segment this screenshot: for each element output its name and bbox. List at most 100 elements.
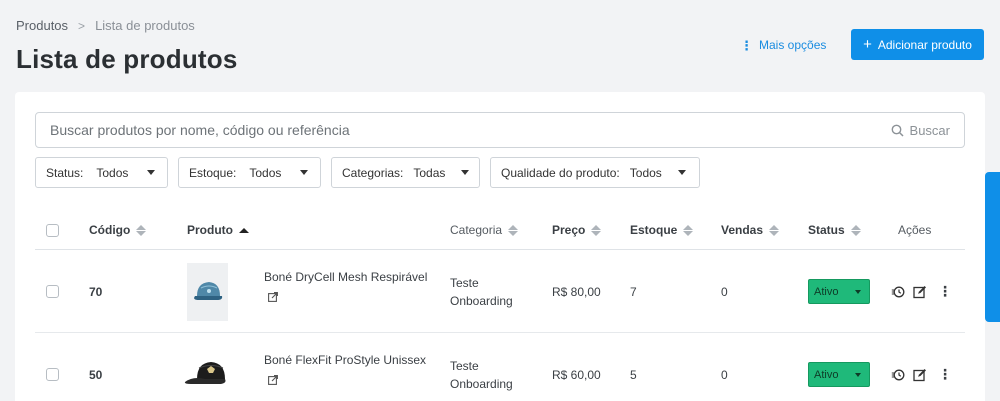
more-actions-icon[interactable]: ⋮ [935, 366, 955, 383]
column-status[interactable]: Status [808, 210, 861, 250]
category-line-2: Onboarding [450, 293, 513, 308]
product-thumbnail-cell [183, 333, 235, 401]
add-product-button[interactable]: + Adicionar produto [851, 29, 984, 60]
caret-down-icon [147, 170, 156, 175]
column-status-label: Status [808, 223, 845, 237]
product-price: R$ 80,00 [552, 284, 601, 299]
category-line-1: Teste [450, 275, 479, 290]
status-dropdown[interactable]: Ativo [808, 279, 870, 304]
column-product-label: Produto [187, 223, 233, 237]
search-icon [891, 124, 904, 137]
filter-status-value: Todos [96, 165, 129, 180]
product-image[interactable] [187, 262, 228, 321]
plus-icon: + [863, 36, 872, 53]
select-all-checkbox[interactable] [46, 223, 59, 237]
history-icon[interactable] [891, 368, 905, 382]
more-options-button[interactable]: ⋮ Mais opções [740, 38, 826, 52]
search-placeholder: Buscar produtos por nome, código ou refe… [50, 122, 350, 138]
row-actions: ⋮ [891, 250, 955, 333]
column-actions: Ações [898, 210, 931, 250]
filter-stock-value: Todos [249, 165, 282, 180]
filter-status[interactable]: Status: Todos [35, 157, 168, 188]
status-label: Ativo [814, 285, 839, 298]
row-checkbox[interactable] [46, 368, 59, 381]
filters-bar: Status: Todos Estoque: Todos Categorias:… [35, 157, 700, 188]
filter-status-label: Status: [46, 165, 84, 180]
sort-icon [136, 224, 147, 236]
sort-icon [508, 224, 519, 236]
caret-down-icon [677, 170, 686, 175]
table-header: Código Produto Categoria Preço Estoque V… [35, 210, 965, 250]
column-stock[interactable]: Estoque [630, 210, 694, 250]
column-sales-label: Vendas [721, 223, 764, 237]
status-cell: Ativo [808, 333, 870, 401]
product-sales: 0 [721, 284, 728, 299]
column-product[interactable]: Produto [187, 210, 249, 250]
product-name-cell: Boné DryCell Mesh Respirável [264, 270, 427, 302]
caret-down-icon [855, 289, 861, 294]
product-category: Teste Onboarding [450, 333, 513, 401]
breadcrumb: Produtos > Lista de produtos [16, 18, 195, 33]
product-code: 70 [89, 284, 103, 299]
product-image[interactable] [183, 345, 235, 401]
product-category: Teste Onboarding [450, 250, 513, 333]
status-dropdown[interactable]: Ativo [808, 362, 870, 387]
column-sales[interactable]: Vendas [721, 210, 780, 250]
product-thumbnail-cell [187, 250, 228, 333]
breadcrumb-separator: > [78, 18, 86, 33]
column-code[interactable]: Código [89, 210, 147, 250]
table-row[interactable]: 70 Boné DryCell Mesh Respirável Teste Onb… [35, 250, 965, 333]
status-cell: Ativo [808, 250, 870, 333]
search-button[interactable]: Buscar [891, 123, 950, 138]
caret-down-icon [461, 170, 470, 175]
row-actions: ⋮ [891, 333, 955, 401]
more-options-label: Mais opções [759, 38, 827, 52]
product-name-link[interactable]: Boné DryCell Mesh Respirável [264, 270, 427, 284]
caret-down-icon [855, 372, 861, 377]
sort-icon [769, 224, 780, 236]
edit-icon[interactable] [913, 285, 927, 299]
page-title: Lista de produtos [16, 44, 238, 74]
more-actions-icon[interactable]: ⋮ [935, 283, 955, 300]
product-sales: 0 [721, 367, 728, 382]
column-stock-label: Estoque [630, 223, 678, 237]
filter-categories-value: Todas [413, 165, 446, 180]
sort-icon [591, 224, 602, 236]
add-product-label: Adicionar produto [877, 37, 972, 52]
product-name-link[interactable]: Boné FlexFit ProStyle Unissex [264, 353, 426, 367]
product-stock: 5 [630, 367, 637, 382]
caret-down-icon [300, 170, 309, 175]
column-price[interactable]: Preço [552, 210, 602, 250]
column-category[interactable]: Categoria [450, 210, 519, 250]
sort-icon [683, 224, 694, 236]
column-price-label: Preço [552, 223, 586, 237]
column-code-label: Código [89, 223, 131, 237]
category-line-1: Teste [450, 358, 479, 373]
cap-image [193, 281, 222, 300]
filter-categories[interactable]: Categorias: Todas [331, 157, 480, 188]
filter-quality-label: Qualidade do produto: [501, 165, 620, 180]
row-checkbox-cell [46, 333, 59, 401]
select-all-checkbox-cell [46, 210, 59, 250]
column-actions-label: Ações [898, 223, 932, 237]
sort-ascending-icon [239, 227, 249, 233]
external-link-icon[interactable] [268, 375, 278, 385]
filter-categories-label: Categorias: [342, 165, 404, 180]
category-line-2: Onboarding [450, 376, 513, 391]
product-price: R$ 60,00 [552, 367, 601, 382]
breadcrumb-root-link[interactable]: Produtos [16, 18, 68, 33]
table-row[interactable]: 5 0 Boné FlexFit ProStyle Unissex Teste On… [35, 333, 965, 401]
sort-icon [850, 224, 861, 236]
search-input[interactable]: Buscar produtos por nome, código ou refe… [35, 112, 965, 148]
row-checkbox[interactable] [46, 285, 59, 298]
external-link-icon[interactable] [268, 292, 278, 302]
filter-stock[interactable]: Estoque: Todos [178, 157, 321, 188]
filter-quality-value: Todos [629, 165, 662, 180]
product-name-cell: Boné FlexFit ProStyle Unissex [264, 353, 426, 385]
filter-product-quality[interactable]: Qualidade do produto: Todos [490, 157, 700, 188]
side-help-tab[interactable] [985, 172, 1000, 322]
breadcrumb-current: Lista de produtos [95, 18, 195, 33]
edit-icon[interactable] [913, 368, 927, 382]
history-icon[interactable] [891, 285, 905, 299]
cap-image [184, 361, 226, 384]
